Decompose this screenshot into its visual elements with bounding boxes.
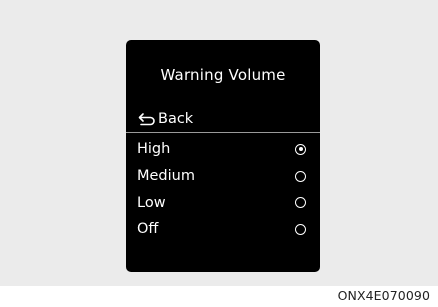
divider — [126, 132, 320, 133]
option-label: Low — [137, 194, 166, 211]
radio-button[interactable] — [295, 143, 306, 155]
option-label: Off — [137, 221, 159, 238]
back-button[interactable]: Back — [138, 109, 193, 129]
option-label: High — [137, 141, 171, 158]
option-medium[interactable]: Medium — [126, 163, 320, 190]
figure-code: ONX4E070090 — [337, 288, 430, 303]
option-low[interactable]: Low — [126, 189, 320, 216]
radio-button[interactable] — [295, 223, 306, 235]
radio-button[interactable] — [295, 170, 306, 182]
volume-options-list: High Medium Low Off — [126, 136, 320, 243]
radio-button[interactable] — [295, 197, 306, 209]
back-label: Back — [158, 111, 194, 127]
return-arrow-icon — [138, 113, 155, 126]
menu-title: Warning Volume — [160, 66, 286, 84]
option-label: Medium — [137, 168, 195, 185]
option-off[interactable]: Off — [126, 216, 320, 243]
option-high[interactable]: High — [126, 136, 320, 163]
cluster-display: Warning Volume Back High Medium Low Off — [126, 40, 320, 272]
